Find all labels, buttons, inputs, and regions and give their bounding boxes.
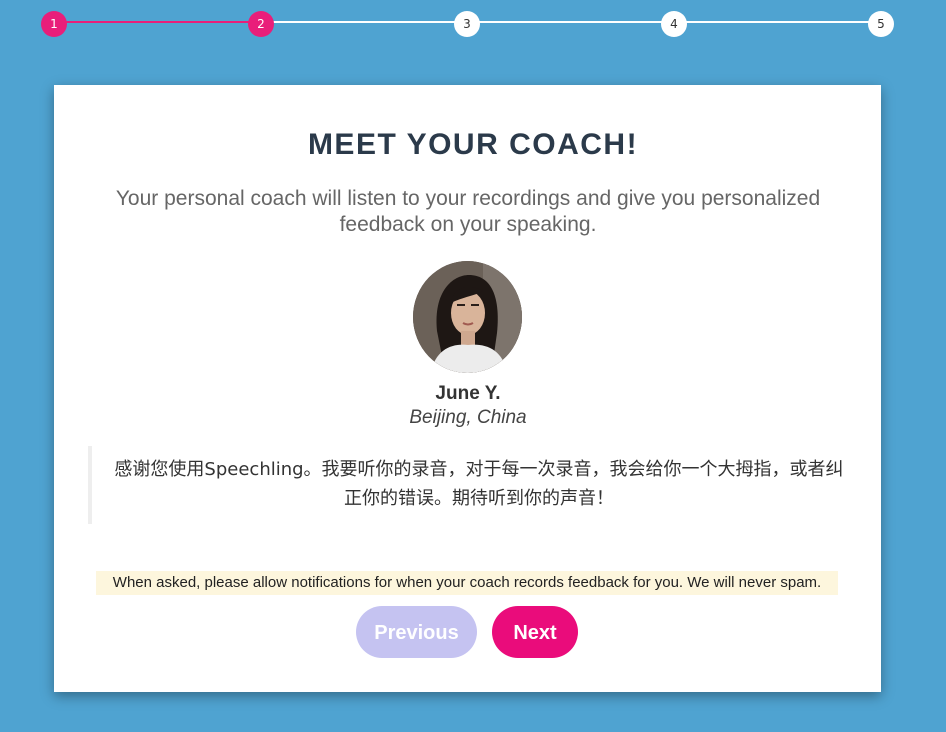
progress-line-remaining — [261, 21, 881, 23]
step-1: 1 — [41, 11, 67, 37]
step-2: 2 — [248, 11, 274, 37]
coach-avatar — [413, 261, 522, 373]
coach-quote-text: 感谢您使用Speechling。我要听你的录音，对于每一次录音，我会给你一个大拇… — [114, 459, 844, 509]
step-4: 4 — [661, 11, 687, 37]
progress-stepper: 1 2 3 4 5 — [0, 0, 946, 52]
coach-quote: 感谢您使用Speechling。我要听你的录音，对于每一次录音，我会给你一个大拇… — [88, 446, 860, 524]
step-3: 3 — [454, 11, 480, 37]
coach-photo-icon — [413, 261, 522, 373]
step-5: 5 — [868, 11, 894, 37]
page-title: MEET YOUR COACH! — [307, 128, 639, 161]
next-button[interactable]: Next — [492, 606, 578, 658]
notification-notice: When asked, please allow notifications f… — [96, 571, 838, 595]
progress-line-completed — [54, 21, 261, 23]
previous-button[interactable]: Previous — [356, 606, 477, 658]
coach-location: Beijing, China — [409, 407, 527, 428]
page-subtitle: Your personal coach will listen to your … — [115, 187, 821, 236]
coach-name: June Y. — [435, 383, 501, 404]
